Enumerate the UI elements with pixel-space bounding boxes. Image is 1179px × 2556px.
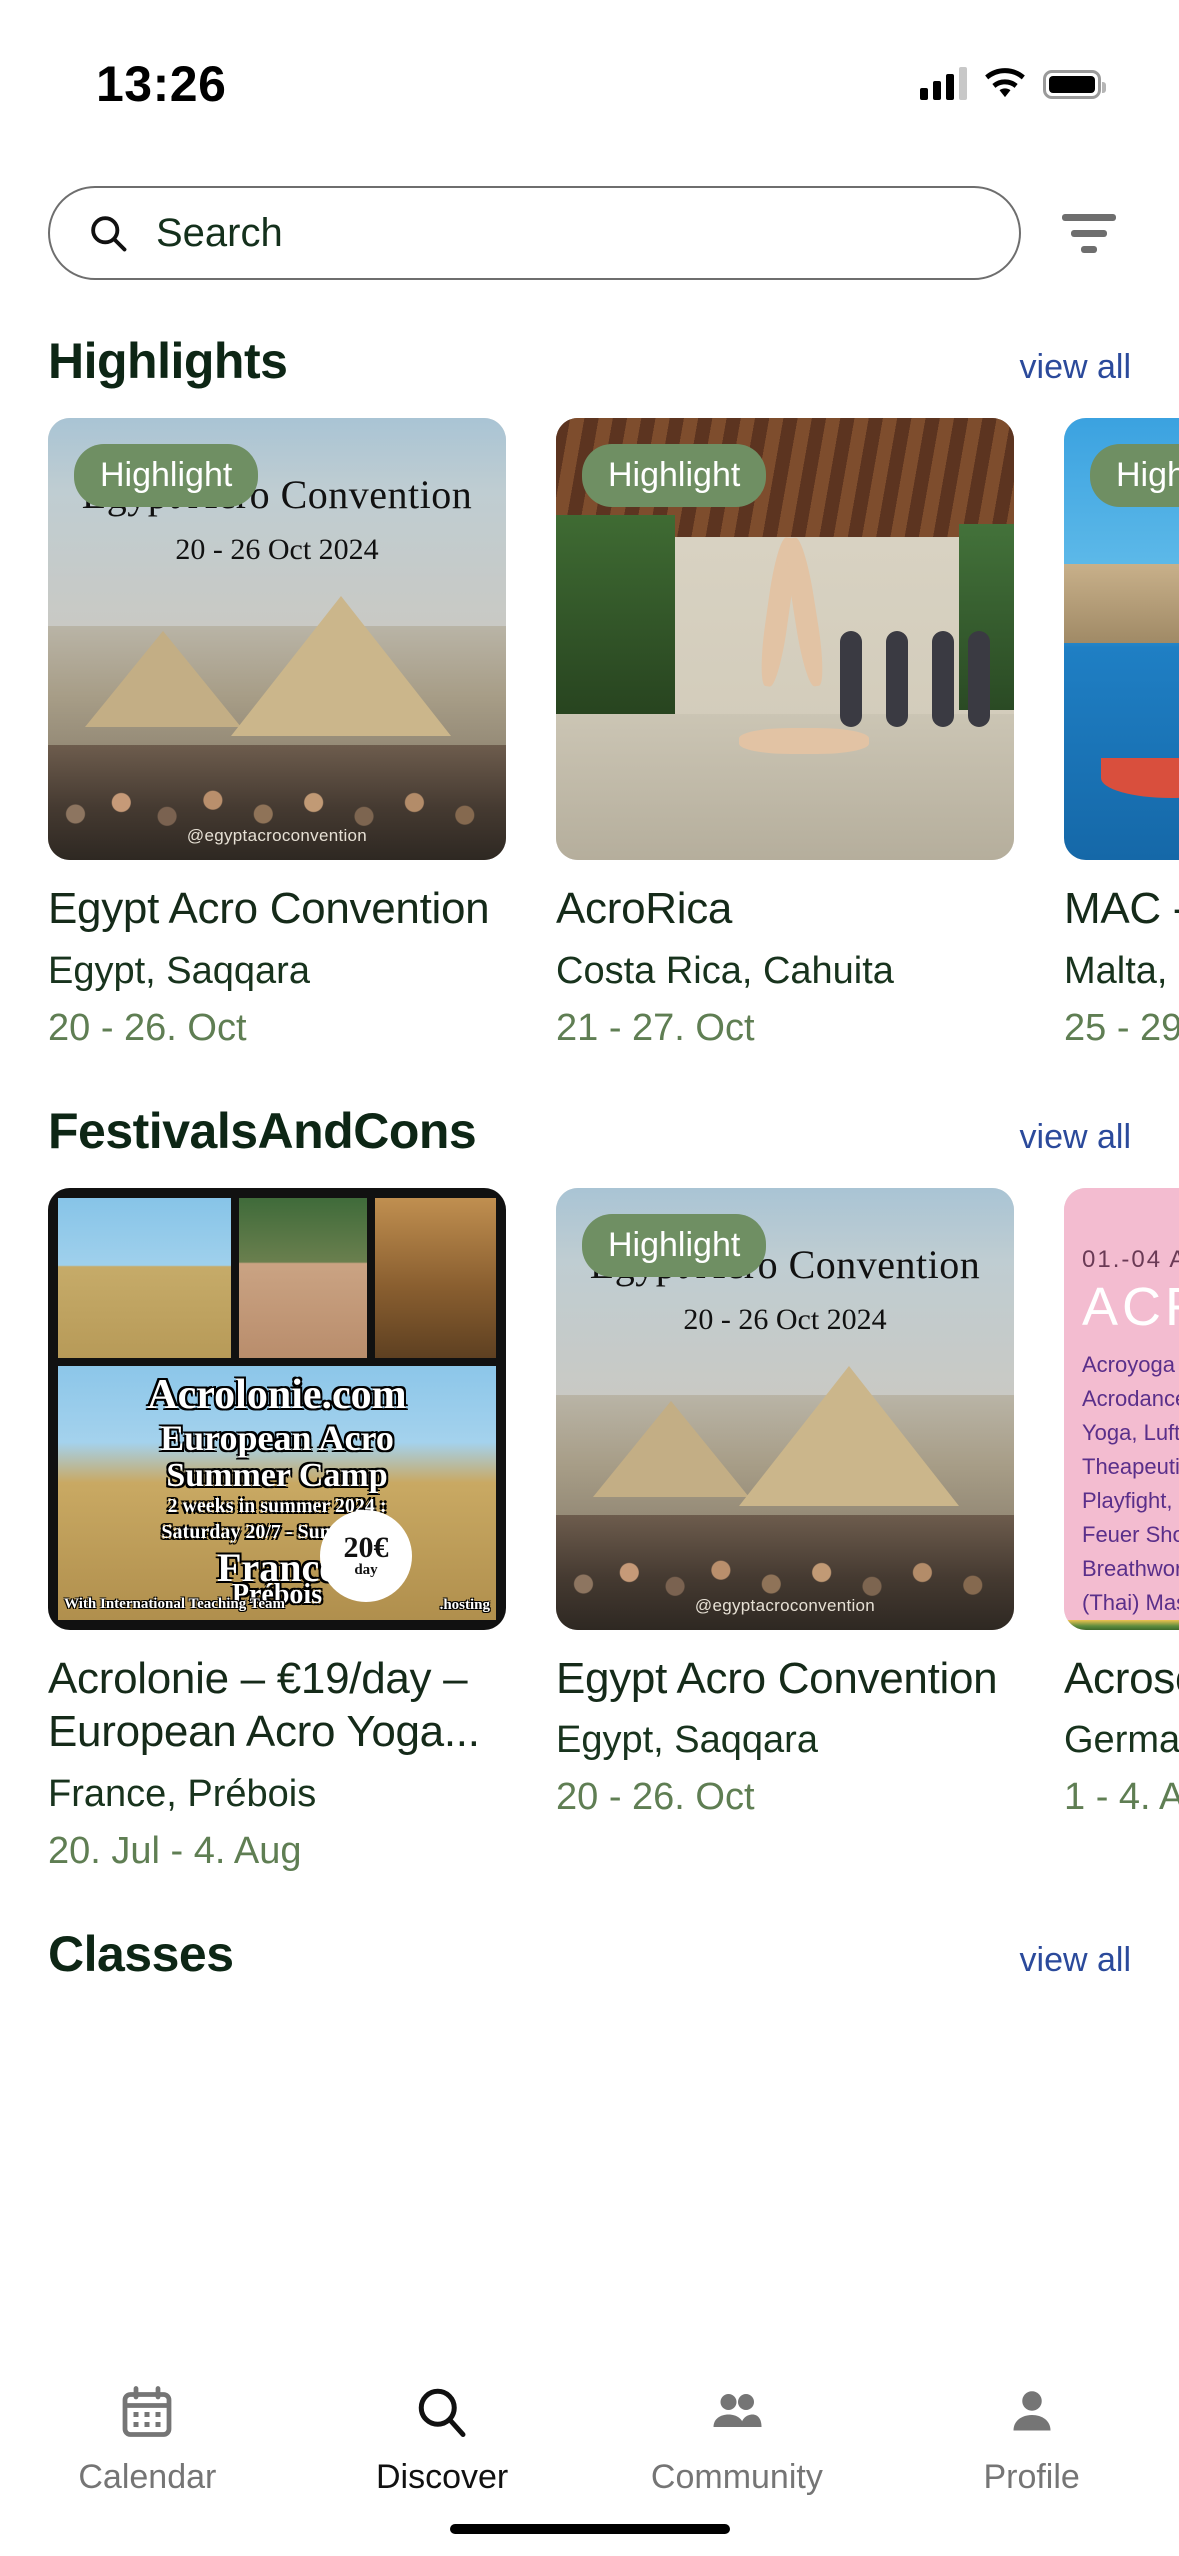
event-card-image[interactable]: 01.-04 AUGUST 2024 ACRO Acroyoga (ALL LE…	[1064, 1187, 1179, 1630]
event-card-image[interactable]: Acrolonie.com European Acro Summer Camp …	[48, 1187, 506, 1630]
event-card-image[interactable]: Highlight	[1064, 418, 1179, 860]
highlight-badge: Highlight	[582, 1213, 767, 1277]
cellular-signal-icon	[920, 67, 967, 100]
event-card[interactable]: Highlight MAC - Acro C Malta, G 25 - 29.	[1064, 418, 1179, 1050]
tab-label: Calendar	[78, 2458, 217, 2496]
poster-line-2: European Acro	[160, 1417, 394, 1458]
event-card[interactable]: Acrolonie.com European Acro Summer Camp …	[48, 1187, 506, 1873]
tab-community[interactable]: Community	[590, 2382, 885, 2497]
poster-price-unit: day	[354, 1562, 378, 1579]
status-icons	[920, 67, 1106, 100]
tab-profile[interactable]: Profile	[884, 2382, 1179, 2497]
event-title: Acrolonie – €19/day – European Acro Yoga…	[48, 1653, 480, 1757]
section-header-classes: Classes view all	[0, 1925, 1179, 1983]
search-placeholder: Search	[156, 210, 283, 255]
event-title: MAC - Acro C	[1064, 884, 1179, 933]
acrosocial-poster-art: 01.-04 AUGUST 2024 ACRO Acroyoga (ALL LE…	[1064, 1187, 1179, 1630]
event-title: AcroRica	[556, 884, 733, 933]
tab-label: Profile	[983, 2458, 1080, 2496]
search-icon	[418, 2388, 466, 2437]
event-location: Malta, G	[1064, 949, 1179, 992]
status-time: 13:26	[96, 56, 227, 112]
event-date: 25 - 29.	[1064, 1006, 1179, 1049]
event-date: 21 - 27. Oct	[556, 1006, 755, 1049]
calendar-icon	[123, 2386, 172, 2437]
event-date: 20. Jul - 4. Aug	[48, 1830, 302, 1873]
poster-activities: Acroyoga (ALL LEVEL) Acrodance, Hula Hoo…	[1082, 1351, 1179, 1616]
poster-price-amount: 20€	[343, 1531, 389, 1565]
poster-left-note: With International Teaching Team	[64, 1595, 286, 1612]
event-date: 20 - 26. Oct	[48, 1006, 247, 1049]
view-all-link-highlights[interactable]: view all	[1020, 348, 1131, 387]
filter-icon[interactable]	[1047, 191, 1131, 275]
section-title: Classes	[48, 1926, 234, 1983]
poster-line-3: Summer Camp	[166, 1457, 388, 1495]
poster-price-badge: 20€ day	[320, 1509, 412, 1602]
event-location: Costa Rica, Cahuita	[556, 949, 894, 992]
poster-line-5: Saturday 20/7 - Sunday 4/8	[161, 1520, 393, 1543]
home-indicator	[449, 2524, 730, 2534]
event-location: Egypt, Saqqara	[556, 1719, 818, 1762]
status-bar: 13:26	[0, 0, 1179, 150]
battery-icon	[1043, 69, 1106, 99]
event-card-image[interactable]: Highlight	[556, 418, 1014, 860]
tab-label: Discover	[376, 2458, 509, 2496]
event-title: Egypt Acro Convention	[48, 884, 490, 933]
event-card-image[interactable]: Egypt Acro Convention 20 - 26 Oct 2024 @…	[556, 1187, 1014, 1630]
poster-subline: 20 - 26 Oct 2024	[175, 532, 379, 566]
section-header-highlights: Highlights view all	[0, 332, 1179, 390]
view-all-link-festivalsandcons[interactable]: view all	[1020, 1118, 1131, 1157]
poster-big-title: ACRO	[1082, 1276, 1179, 1337]
search-input[interactable]: Search	[48, 186, 1021, 280]
event-title: Egypt Acro Convention	[556, 1653, 998, 1703]
poster-line-4: 2 weeks in summer 2024 :	[167, 1495, 387, 1518]
section-header-festivalsandcons: FestivalsAndCons view all	[0, 1102, 1179, 1160]
wifi-icon	[985, 68, 1025, 98]
card-row-highlights[interactable]: Egypt Acro Convention 20 - 26 Oct 2024 @…	[0, 418, 1179, 1050]
view-all-link-classes[interactable]: view all	[1020, 1941, 1131, 1980]
highlight-badge: Highlight	[74, 444, 259, 507]
poster-subline: 20 - 26 Oct 2024	[683, 1302, 887, 1336]
event-card[interactable]: Egypt Acro Convention 20 - 26 Oct 2024 @…	[48, 418, 506, 1050]
event-card[interactable]: Highlight AcroRica Costa Rica, Cahuita 2…	[556, 418, 1014, 1050]
person-icon	[1013, 2391, 1051, 2431]
section-title: FestivalsAndCons	[48, 1102, 477, 1159]
tab-discover[interactable]: Discover	[295, 2382, 590, 2497]
event-card[interactable]: Egypt Acro Convention 20 - 26 Oct 2024 @…	[556, 1187, 1014, 1873]
people-icon	[713, 2394, 762, 2427]
poster-right-note: .hosting	[439, 1596, 490, 1613]
event-location: Egypt, Saqqara	[48, 949, 310, 992]
highlight-badge: Highlight	[1090, 444, 1179, 507]
event-card[interactable]: 01.-04 AUGUST 2024 ACRO Acroyoga (ALL LE…	[1064, 1187, 1179, 1873]
event-location: France, Prébois	[48, 1773, 317, 1816]
bottom-tab-bar: Calendar Discover Community Profile	[0, 2360, 1179, 2556]
section-title: Highlights	[48, 333, 288, 389]
highlight-badge: Highlight	[582, 444, 767, 507]
event-card-image[interactable]: Egypt Acro Convention 20 - 26 Oct 2024 @…	[48, 418, 506, 860]
search-icon	[91, 216, 127, 252]
poster-dates: 01.-04 AUGUST 2024	[1082, 1245, 1179, 1273]
acrolonie-poster-art: Acrolonie.com European Acro Summer Camp …	[48, 1187, 506, 1630]
tab-calendar[interactable]: Calendar	[0, 2382, 295, 2497]
event-date: 20 - 26. Oct	[556, 1776, 755, 1819]
card-row-festivalsandcons[interactable]: Acrolonie.com European Acro Summer Camp …	[0, 1187, 1179, 1873]
poster-handle: @egyptacroconvention	[694, 1595, 876, 1615]
poster-line-1: Acrolonie.com	[147, 1372, 407, 1419]
poster-handle: @egyptacroconvention	[186, 826, 368, 845]
tab-label: Community	[650, 2458, 823, 2496]
event-location: German	[1064, 1719, 1179, 1762]
event-title: Acroso Festiva	[1064, 1653, 1179, 1703]
event-date: 1 - 4. Au	[1064, 1776, 1179, 1819]
search-row: Search	[0, 186, 1179, 280]
